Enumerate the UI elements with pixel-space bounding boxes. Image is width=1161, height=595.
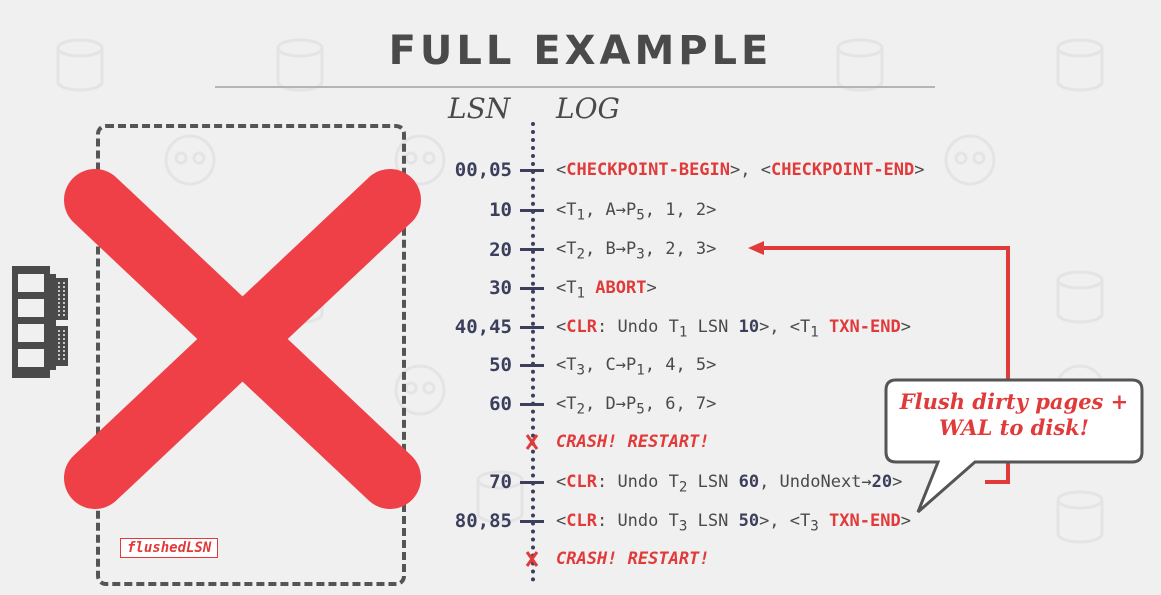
overlay-graphics xyxy=(64,169,1144,514)
callout-line: WAL to disk! xyxy=(939,415,1089,440)
callout-text: Flush dirty pages + WAL to disk! xyxy=(888,389,1140,441)
big-red-x-icon xyxy=(64,169,421,509)
callout-line: Flush dirty pages + xyxy=(899,389,1129,414)
